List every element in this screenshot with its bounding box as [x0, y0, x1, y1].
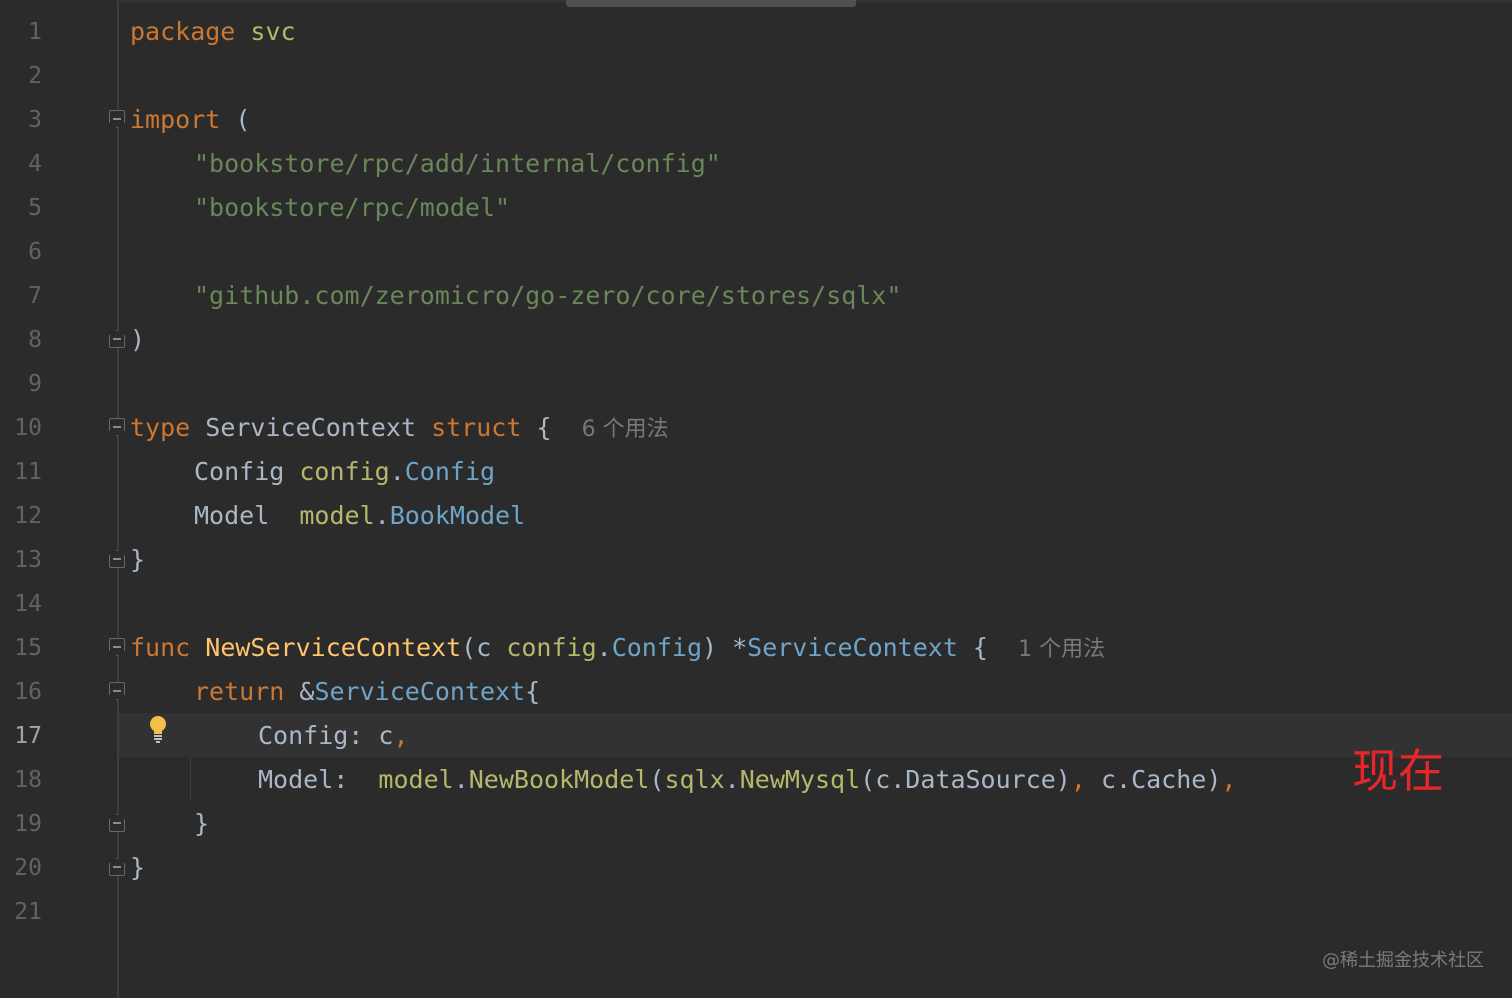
type-ref: Config: [404, 457, 496, 486]
line-number[interactable]: 12: [0, 494, 42, 538]
punct: ) *: [702, 633, 748, 662]
package-ref: config: [506, 633, 597, 662]
code-line-13[interactable]: }: [130, 538, 145, 582]
code-line-16[interactable]: return &ServiceContext{: [194, 670, 540, 714]
package-ref: config: [299, 457, 390, 486]
line-number[interactable]: 9: [0, 362, 42, 406]
type-ref: ServiceContext: [314, 677, 526, 706]
comma: ,: [1221, 765, 1237, 794]
field-name: Model: [194, 501, 285, 530]
brace: }: [130, 545, 146, 574]
field-init: Config: c: [258, 721, 394, 750]
usages-hint[interactable]: 6 个用法: [582, 417, 669, 442]
dot: .: [596, 633, 612, 662]
import-string: "github.com/zeromicro/go-zero/core/store…: [194, 281, 902, 310]
import-string: "bookstore/rpc/add/internal/config": [194, 149, 721, 178]
package-name: svc: [250, 17, 296, 46]
code-line-19[interactable]: }: [194, 802, 209, 846]
indent-guide: [190, 757, 191, 801]
dot: .: [724, 765, 740, 794]
brace: {: [525, 677, 541, 706]
brace: }: [130, 853, 146, 882]
code-line-11[interactable]: Config config.Config: [194, 450, 495, 494]
code-line-15[interactable]: func NewServiceContext(c config.Config) …: [130, 626, 1105, 670]
paren: (: [235, 105, 251, 134]
code-line-3[interactable]: import (: [130, 98, 250, 142]
dot: .: [389, 457, 405, 486]
function-call: NewMysql: [739, 765, 861, 794]
line-number[interactable]: 13: [0, 538, 42, 582]
line-number[interactable]: 3: [0, 98, 42, 142]
line-number[interactable]: 11: [0, 450, 42, 494]
function-name: NewServiceContext: [205, 633, 462, 662]
package-ref: sqlx: [664, 765, 725, 794]
code-line-4[interactable]: "bookstore/rpc/add/internal/config": [194, 142, 721, 186]
line-number[interactable]: 8: [0, 318, 42, 362]
line-number[interactable]: 2: [0, 54, 42, 98]
code-line-5[interactable]: "bookstore/rpc/model": [194, 186, 510, 230]
lightbulb-icon[interactable]: [147, 714, 169, 744]
line-number[interactable]: 20: [0, 846, 42, 890]
line-number[interactable]: 18: [0, 758, 42, 802]
type-ref: BookModel: [389, 501, 526, 530]
field-init: Model:: [258, 765, 379, 794]
paren: (: [649, 765, 665, 794]
line-number[interactable]: 6: [0, 230, 42, 274]
code-line-7[interactable]: "github.com/zeromicro/go-zero/core/store…: [194, 274, 901, 318]
code-line-10[interactable]: type ServiceContext struct { 6 个用法: [130, 406, 669, 450]
watermark: @稀土掘金技术社区: [1322, 950, 1484, 971]
brace: {: [536, 413, 552, 442]
function-call: NewBookModel: [468, 765, 650, 794]
line-number[interactable]: 21: [0, 890, 42, 934]
code-line-8[interactable]: ): [130, 318, 145, 362]
keyword: return: [194, 677, 285, 706]
type-name: ServiceContext: [205, 413, 416, 442]
code-line-18[interactable]: Model: model.NewBookModel(sqlx.NewMysql(…: [258, 758, 1236, 802]
comma: ,: [1070, 765, 1086, 794]
args: c.Cache): [1085, 765, 1222, 794]
line-number[interactable]: 10: [0, 406, 42, 450]
dot: .: [374, 501, 390, 530]
keyword: func: [130, 633, 191, 662]
annotation-label: 现在: [1352, 744, 1444, 798]
horizontal-scrollbar-thumb[interactable]: [566, 0, 856, 7]
line-number[interactable]: 7: [0, 274, 42, 318]
return-type: ServiceContext: [747, 633, 958, 662]
line-number[interactable]: 15: [0, 626, 42, 670]
keyword: type: [130, 413, 191, 442]
keyword: package: [130, 17, 236, 46]
line-number-current[interactable]: 17: [0, 714, 42, 758]
param: (c: [461, 633, 507, 662]
package-ref: model: [378, 765, 454, 794]
amp: &: [299, 677, 315, 706]
line-number[interactable]: 16: [0, 670, 42, 714]
code-line-12[interactable]: Model model.BookModel: [194, 494, 525, 538]
line-number-gutter: 1 2 3 4 5 6 7 8 9 10 11 12 13 14 15 16 1…: [0, 0, 118, 998]
args: (c.DataSource): [860, 765, 1071, 794]
line-number[interactable]: 1: [0, 10, 42, 54]
package-ref: model: [299, 501, 375, 530]
field-name: Config: [194, 457, 285, 486]
usages-hint[interactable]: 1 个用法: [1018, 637, 1105, 662]
line-number[interactable]: 14: [0, 582, 42, 626]
import-string: "bookstore/rpc/model": [194, 193, 511, 222]
brace: {: [957, 633, 988, 662]
keyword: struct: [431, 413, 522, 442]
dot: .: [453, 765, 469, 794]
code-line-17[interactable]: Config: c,: [258, 714, 409, 758]
code-line-20[interactable]: }: [130, 846, 145, 890]
paren: ): [130, 325, 146, 354]
keyword: import: [130, 105, 221, 134]
code-line-1[interactable]: package svc: [130, 10, 296, 54]
line-number[interactable]: 19: [0, 802, 42, 846]
comma: ,: [393, 721, 409, 750]
line-number[interactable]: 4: [0, 142, 42, 186]
brace: }: [194, 809, 210, 838]
type-ref: Config: [611, 633, 702, 662]
gutter-divider: [117, 0, 119, 998]
line-number[interactable]: 5: [0, 186, 42, 230]
